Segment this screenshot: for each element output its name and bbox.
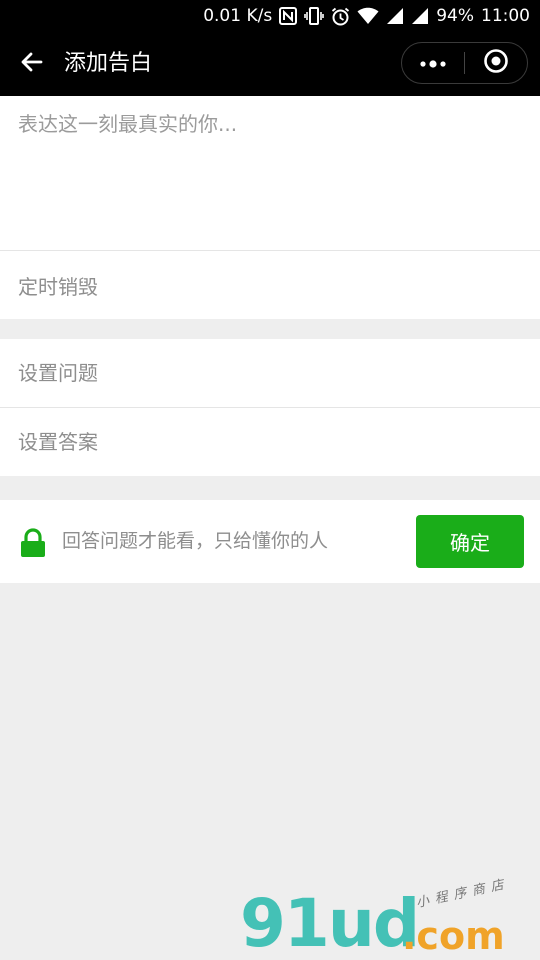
nfc-icon <box>279 7 298 25</box>
lock-icon <box>20 528 46 558</box>
watermark-main-text: 91ud <box>240 885 420 960</box>
content-textarea[interactable] <box>0 96 540 250</box>
timer-destroy-row[interactable]: 定时销毁 <box>0 251 540 319</box>
watermark-subtitle: 小程序商店 <box>414 876 511 911</box>
watermark-logo: 91ud .com 小程序商店 <box>240 877 540 960</box>
privacy-hint-text: 回答问题才能看，只给懂你的人 <box>62 530 329 552</box>
alarm-icon <box>331 7 350 26</box>
circle-target-icon <box>483 48 509 78</box>
vibrate-icon <box>304 7 325 25</box>
arrow-left-icon <box>19 49 45 79</box>
page-title: 添加告白 <box>64 51 153 76</box>
battery-level: 94% <box>436 6 474 26</box>
watermark-domain: .com <box>402 914 505 958</box>
question-row <box>0 339 540 407</box>
watermark-main: 91ud <box>240 885 420 960</box>
content-section <box>0 96 540 250</box>
nav-bar: 添加告白 <box>0 32 540 96</box>
wifi-icon <box>357 7 379 25</box>
question-input[interactable] <box>0 339 540 407</box>
close-button[interactable] <box>465 43 527 83</box>
confirm-button[interactable]: 确定 <box>416 515 524 568</box>
clock: 11:00 <box>481 6 530 26</box>
back-button[interactable] <box>14 46 50 82</box>
network-speed: 0.01 K/s <box>203 6 273 26</box>
status-bar: 0.01 K/s 94% 11:00 <box>0 0 540 32</box>
answer-input[interactable] <box>0 408 540 476</box>
timer-destroy-label: 定时销毁 <box>18 274 98 299</box>
privacy-hint-row: 回答问题才能看，只给懂你的人 确定 <box>0 500 540 583</box>
miniprogram-capsule <box>401 42 528 84</box>
answer-row <box>0 408 540 476</box>
more-button[interactable] <box>402 43 464 83</box>
signal-icon <box>386 7 404 25</box>
more-dots-icon <box>419 54 447 73</box>
signal-icon-2 <box>411 7 429 25</box>
